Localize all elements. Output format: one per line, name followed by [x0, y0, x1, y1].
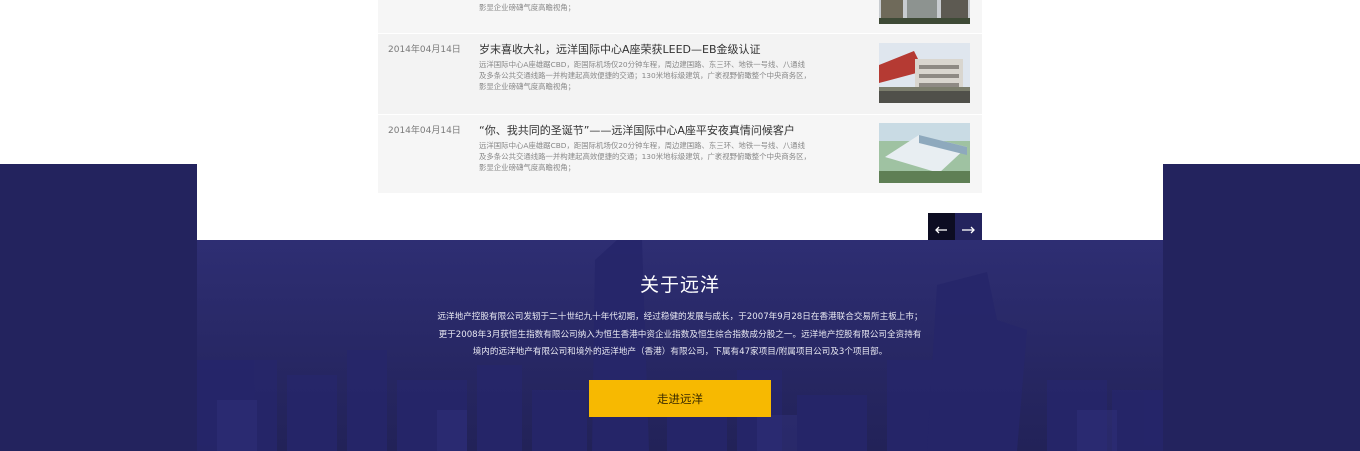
news-list: 影显企业磅礴气度高瞻视角； 2014年04月14日 岁末喜收大礼，远洋国际中心A… — [378, 0, 982, 194]
about-line: 远洋地产控股有限公司发轫于二十世纪九十年代初期，经过稳健的发展与成长，于2007… — [437, 312, 923, 322]
news-item[interactable]: 2014年04月14日 “你、我共同的圣诞节”——远洋国际中心A座平安夜真情问候… — [378, 115, 982, 194]
news-item[interactable]: 2014年04月14日 岁末喜收大礼，远洋国际中心A座荣获LEED—EB金级认证… — [378, 34, 982, 115]
news-desc: 影显企业磅礴气度高瞻视角； — [479, 2, 831, 13]
news-desc-line: 远洋国际中心A座雄踞CBD，距国际机场仅20分钟车程，周边建国路、东三环、地铁一… — [479, 141, 806, 150]
news-desc-line: 及多条公共交通线路一并构建起高效便捷的交通；130米地标级建筑，广袤视野俯瞰整个… — [479, 152, 811, 161]
news-desc: 远洋国际中心A座雄踞CBD，距国际机场仅20分钟车程，周边建国路、东三环、地铁一… — [479, 140, 831, 173]
news-desc-line: 影显企业磅礴气度高瞻视角； — [479, 3, 576, 12]
news-thumbnail[interactable] — [879, 0, 970, 24]
news-item[interactable]: 影显企业磅礴气度高瞻视角； — [378, 0, 982, 34]
news-desc-line: 远洋国际中心A座雄踞CBD，距国际机场仅20分钟车程，周边建国路、东三环、地铁一… — [479, 60, 806, 69]
news-desc: 远洋国际中心A座雄踞CBD，距国际机场仅20分钟车程，周边建国路、东三环、地铁一… — [479, 59, 831, 92]
next-page-button[interactable] — [955, 213, 982, 240]
about-description: 远洋地产控股有限公司发轫于二十世纪九十年代初期，经过稳健的发展与成长，于2007… — [380, 309, 980, 362]
about-line: 境内的远洋地产有限公司和境外的远洋地产（香港）有限公司，下属有47家项目/附属项… — [472, 347, 888, 357]
news-desc-line: 影显企业磅礴气度高瞻视角； — [479, 163, 576, 172]
news-thumbnail[interactable] — [879, 43, 970, 103]
news-desc-line: 影显企业磅礴气度高瞻视角； — [479, 82, 576, 91]
news-date: 2014年04月14日 — [388, 126, 461, 136]
arrow-right-icon — [962, 226, 975, 234]
news-desc-line: 及多条公共交通线路一并构建起高效便捷的交通；130米地标级建筑，广袤视野俯瞰整个… — [479, 71, 811, 80]
news-date: 2014年04月14日 — [388, 45, 461, 55]
learn-more-button[interactable]: 走进远洋 — [589, 380, 771, 417]
about-title: 关于远洋 — [639, 274, 720, 296]
arrow-left-icon — [935, 226, 947, 234]
about-line: 更于2008年3月获恒生指数有限公司纳入为恒生香港中资企业指数及恒生综合指数成分… — [438, 329, 922, 340]
news-thumbnail[interactable] — [879, 123, 970, 183]
news-title[interactable]: 岁末喜收大礼，远洋国际中心A座荣获LEED—EB金级认证 — [479, 41, 761, 57]
prev-page-button[interactable] — [928, 213, 955, 240]
news-title[interactable]: “你、我共同的圣诞节”——远洋国际中心A座平安夜真情问候客户 — [479, 122, 795, 138]
